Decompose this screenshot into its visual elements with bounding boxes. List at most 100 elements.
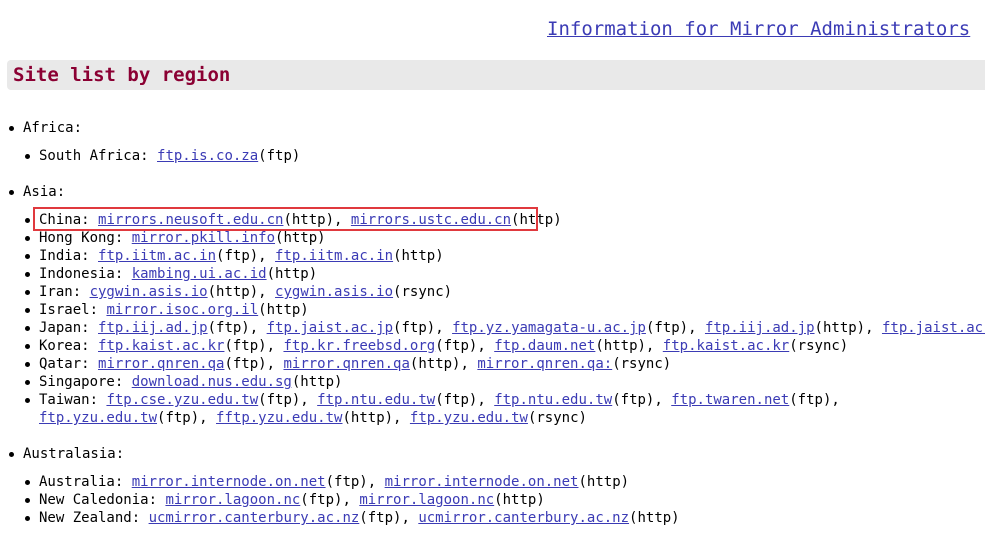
mirror-link[interactable]: ftp.jaist.ac.jp	[267, 320, 393, 336]
country-label: China:	[39, 212, 99, 228]
mirror-link[interactable]: cygwin.asis.io	[90, 284, 208, 300]
mirror-link[interactable]: kambing.ui.ac.id	[132, 266, 267, 282]
country-site-item: Hong Kong: mirror.pkill.info(http)	[23, 229, 985, 247]
region-item: Africa: South Africa: ftp.is.co.za(ftp)	[0, 119, 985, 165]
country-label: Israel:	[39, 302, 107, 318]
protocol-label: (ftp),	[157, 410, 217, 426]
protocol-label: (ftp),	[258, 392, 318, 408]
protocol-label: (rsync)	[789, 338, 849, 354]
mirror-link[interactable]: ftp.jaist.ac.jp	[882, 320, 985, 336]
mirror-link[interactable]: mirror.internode.on.net	[132, 474, 326, 490]
mirror-link[interactable]: mirrors.neusoft.edu.cn	[98, 212, 283, 228]
mirror-link[interactable]: mirror.qnren.qa	[98, 356, 224, 372]
country-label: Korea:	[39, 338, 99, 354]
protocol-label: (http)	[629, 510, 680, 526]
protocol-label: (http)	[291, 374, 343, 390]
country-label: Indonesia:	[39, 266, 132, 282]
country-label: Singapore:	[39, 374, 132, 390]
mirror-link[interactable]: ftp.ntu.edu.tw	[494, 392, 612, 408]
mirror-link[interactable]: ftp.kaist.ac.kr	[663, 338, 789, 354]
country-label: Australia:	[39, 474, 132, 490]
protocol-label: (http),	[283, 212, 351, 228]
protocol-label: (ftp),	[435, 392, 495, 408]
mirror-link[interactable]: mirror.qnren.qa:	[477, 356, 612, 372]
country-site-item: India: ftp.iitm.ac.in(ftp), ftp.iitm.ac.…	[23, 247, 985, 265]
mirror-link[interactable]: mirrors.ustc.edu.cn	[351, 212, 511, 228]
protocol-label: (http),	[409, 356, 478, 372]
country-site-item: Japan: ftp.iij.ad.jp(ftp), ftp.jaist.ac.…	[23, 319, 985, 337]
mirror-link[interactable]: ftp.kr.freebsd.org	[283, 338, 435, 354]
mirror-link[interactable]: ftp.iitm.ac.in	[98, 248, 216, 264]
region-label: Australasia:	[9, 445, 985, 463]
region-item: Asia: China: mirrors.neusoft.edu.cn(http)…	[0, 183, 985, 427]
mirror-link[interactable]: ftp.is.co.za	[157, 148, 258, 164]
site-list: South Africa: ftp.is.co.za(ftp)	[23, 147, 985, 165]
country-site-item: Israel: mirror.isoc.org.il(http)	[23, 301, 985, 319]
site-list: China: mirrors.neusoft.edu.cn(http), mir…	[23, 211, 985, 427]
mirror-link[interactable]: ucmirror.canterbury.ac.nz	[149, 510, 360, 526]
country-site-item: Korea: ftp.kaist.ac.kr(ftp), ftp.kr.free…	[23, 337, 985, 355]
country-label: New Caledonia:	[39, 492, 166, 508]
country-site-item: New Zealand: ucmirror.canterbury.ac.nz(f…	[23, 509, 985, 527]
mirror-link[interactable]: ftp.cse.yzu.edu.tw	[106, 392, 258, 408]
protocol-label: (ftp),	[224, 338, 284, 354]
mirror-link[interactable]: ftp.yz.yamagata-u.ac.jp	[452, 320, 646, 336]
mirror-link[interactable]: mirror.qnren.qa	[283, 356, 409, 372]
country-label: Hong Kong:	[39, 230, 132, 246]
mirror-link[interactable]: ftp.kaist.ac.kr	[98, 338, 224, 354]
mirror-link[interactable]: mirror.isoc.org.il	[106, 302, 258, 318]
country-site-item: Iran: cygwin.asis.io(http), cygwin.asis.…	[23, 283, 985, 301]
protocol-label: (ftp),	[645, 320, 705, 336]
protocol-label: (http)	[258, 302, 309, 318]
protocol-label: (http),	[595, 338, 663, 354]
mirror-link[interactable]: ftp.iij.ad.jp	[98, 320, 208, 336]
mirror-link[interactable]: ucmirror.canterbury.ac.nz	[418, 510, 629, 526]
country-site-item: China: mirrors.neusoft.edu.cn(http), mir…	[23, 211, 985, 229]
region-label: Africa:	[9, 119, 985, 137]
country-label: South Africa:	[39, 148, 158, 164]
mirror-link[interactable]: ftp.yzu.edu.tw	[39, 410, 157, 426]
country-label: Japan:	[39, 320, 99, 336]
protocol-label: (ftp),	[300, 492, 360, 508]
mirror-link[interactable]: mirror.internode.on.net	[385, 474, 579, 490]
mirror-link[interactable]: ftp.twaren.net	[671, 392, 789, 408]
mirror-link[interactable]: ftp.daum.net	[494, 338, 595, 354]
country-site-item: New Caledonia: mirror.lagoon.nc(ftp), mi…	[23, 491, 985, 509]
mirror-link[interactable]: ftp.yzu.edu.tw	[410, 410, 528, 426]
mirror-link[interactable]: ftp.iij.ad.jp	[705, 320, 815, 336]
country-label: New Zealand:	[39, 510, 149, 526]
protocol-label: (rsync)	[393, 284, 453, 300]
country-site-item: Australia: mirror.internode.on.net(ftp),…	[23, 473, 985, 491]
country-label: Iran:	[39, 284, 90, 300]
site-list: Australia: mirror.internode.on.net (ftp),…	[23, 473, 985, 527]
mirror-link[interactable]: ftp.ntu.edu.tw	[317, 392, 435, 408]
region-list: Africa: South Africa: ftp.is.co.za(ftp) As…	[0, 119, 985, 527]
country-site-item: Qatar: mirror.qnren.qa(ftp), mirror.qnre…	[23, 355, 985, 373]
protocol-label: (http)	[578, 474, 630, 490]
protocol-label: (http),	[814, 320, 882, 336]
mirror-admin-info-link[interactable]: Information for Mirror Administrators	[547, 18, 970, 40]
site-list: Africa: South Africa: ftp.is.co.za(ftp) As…	[0, 119, 985, 544]
section-heading-bar: Site list by region	[7, 60, 985, 90]
protocol-label: (http)	[511, 212, 562, 228]
mirror-link[interactable]: ftp.yzu.edu.tw	[224, 410, 342, 426]
protocol-label: (http)	[393, 248, 444, 264]
mirror-link[interactable]: ftp.iitm.ac.in	[275, 248, 393, 264]
protocol-label: (ftp),	[612, 392, 672, 408]
country-site-item: Taiwan: ftp.cse.yzu.edu.tw(ftp), ftp.ntu…	[23, 391, 985, 427]
protocol-label: (http)	[266, 266, 318, 282]
protocol-label: (http)	[494, 492, 545, 508]
protocol-label: (ftp),	[207, 320, 267, 336]
mirror-link[interactable]: mirror.lagoon.nc	[359, 492, 494, 508]
mirror-link[interactable]: mirror.pkill.info	[132, 230, 275, 246]
protocol-label: (ftp),	[216, 248, 276, 264]
protocol-label: (ftp),	[224, 356, 284, 372]
mirror-link[interactable]: mirror.lagoon.nc	[165, 492, 300, 508]
protocol-label: (http),	[342, 410, 410, 426]
mirror-link[interactable]: cygwin.asis.io	[275, 284, 393, 300]
country-site-item: Singapore: download.nus.edu.sg(http)	[23, 373, 985, 391]
mirror-link[interactable]: download.nus.edu.sg	[132, 374, 292, 390]
country-label: Taiwan:	[39, 392, 107, 408]
region-label: Asia:	[9, 183, 985, 201]
page-heading: Site list by region	[13, 64, 231, 86]
